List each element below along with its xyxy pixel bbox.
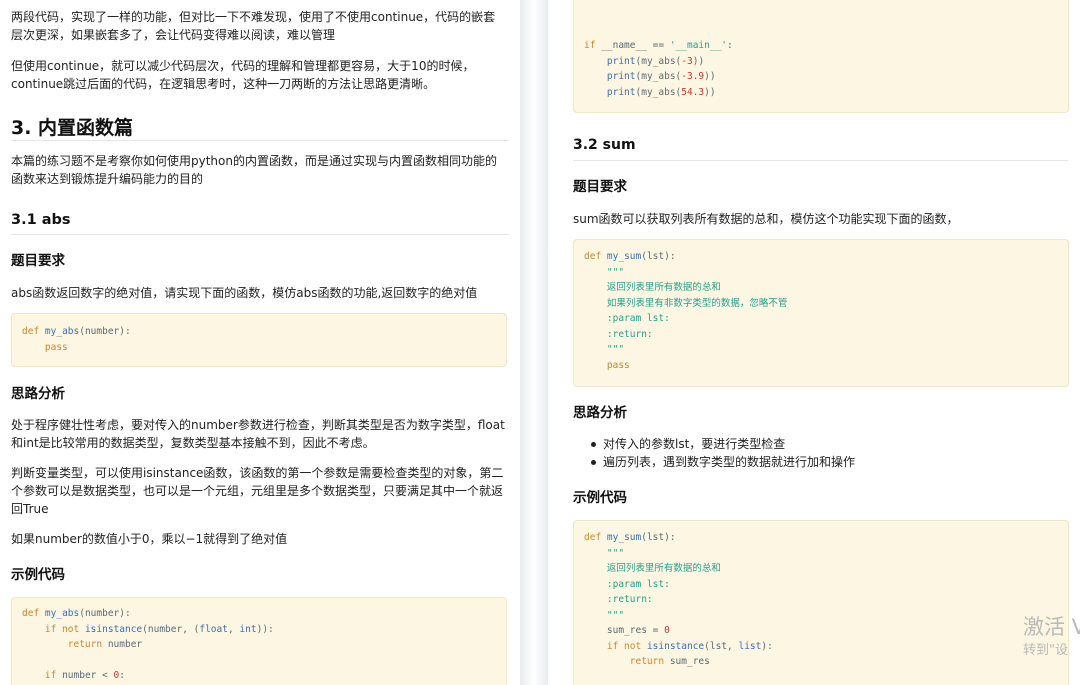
code-block-main: if __name__ == '__main__': print(my_abs(… [573, 0, 1069, 113]
code-block-my-abs-stub: def my_abs(number): pass [11, 313, 507, 367]
example-heading: 示例代码 [573, 490, 627, 506]
paragraph-line: 处于程序健壮性考虑，要对传入的number参数进行检查，判断其类型是否为数字类型… [11, 418, 505, 432]
requirement-heading: 题目要求 [573, 179, 627, 195]
requirement-text: abs函数返回数字的绝对值，请实现下面的函数，模仿abs函数的功能,返回数字的绝… [11, 286, 478, 300]
heading-divider [11, 140, 509, 141]
paragraph-line: 层次更深，如果嵌套多了，会让代码变得难以阅读，难以管理 [11, 28, 336, 42]
heading-divider [573, 160, 1068, 161]
paragraph-line: 和int是比较常用的数据类型，复数类型基本接触不到，因此不考虑。 [11, 436, 375, 450]
paragraph-line: 回True [11, 502, 49, 516]
paragraph-line: 本篇的练习题不是考察你如何使用python的内置函数，而是通过实现与内置函数相同… [11, 154, 497, 168]
requirement-text: sum函数可以获取列表所有数据的总和，模仿这个功能实现下面的函数， [573, 212, 959, 226]
analysis-heading: 思路分析 [573, 405, 627, 421]
page-gutter [520, 0, 548, 685]
paragraph-line: 个参数可以是数据类型，也可以是一个元组，元组里是多个数据类型，只要满足其中一个就… [11, 484, 504, 498]
right-page: if __name__ == '__main__': print(my_abs(… [548, 0, 1080, 685]
requirement-heading: 题目要求 [11, 253, 65, 269]
example-heading: 示例代码 [11, 567, 65, 583]
code-block-my-sum-example: def my_sum(lst): """ 返回列表里所有数据的总和 :param… [573, 520, 1069, 685]
paragraph-line: 函数来达到锻炼提升编码能力的目的 [11, 172, 204, 186]
paragraph-line: 两段代码，实现了一样的功能，但对比一下不难发现，使用了不使用continue，代… [11, 10, 496, 24]
code-block-my-abs-example: def my_abs(number): if not isinstance(nu… [11, 597, 507, 685]
list-item: 对传入的参数lst，要进行类型检查 [573, 435, 855, 453]
watermark-line: 转到"设 [1023, 643, 1068, 658]
analysis-bullet-list: 对传入的参数lst，要进行类型检查 遍历列表，遇到数字类型的数据就进行加和操作 [573, 435, 855, 471]
left-page: 两段代码，实现了一样的功能，但对比一下不难发现，使用了不使用continue，代… [0, 0, 520, 685]
paragraph-line: continue跳过后面的代码，在逻辑思考时，这种一刀两断的方法让思路更清晰。 [11, 77, 436, 91]
activation-watermark: 激活 V 转到"设 [1023, 615, 1080, 658]
watermark-line: 激活 V [1023, 615, 1080, 639]
paragraph-line: 但使用continue，就可以减少代码层次，代码的理解和管理都更容易，大于10的… [11, 59, 475, 73]
heading-divider [11, 234, 509, 235]
paragraph-line: 如果number的数值小于0，乘以−1就得到了绝对值 [11, 532, 288, 546]
subsection-title-sum: 3.2 sum [573, 137, 636, 153]
code-block-my-sum-stub: def my_sum(lst): """ 返回列表里所有数据的总和 如果列表里有… [573, 239, 1069, 387]
subsection-title-abs: 3.1 abs [11, 212, 71, 228]
list-item: 遍历列表，遇到数字类型的数据就进行加和操作 [573, 453, 855, 471]
analysis-heading: 思路分析 [11, 386, 65, 402]
section-title: 3. 内置函数篇 [11, 117, 134, 139]
paragraph-line: 判断变量类型，可以使用isinstance函数，该函数的第一个参数是需要检查类型… [11, 466, 504, 480]
